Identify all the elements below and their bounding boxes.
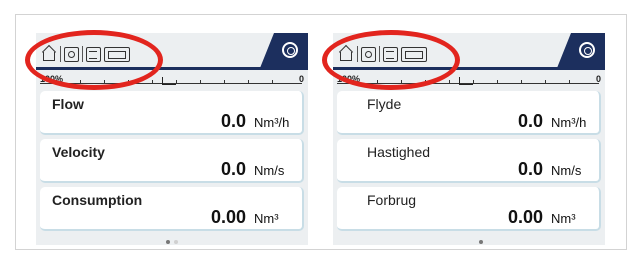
reading-label: Velocity — [52, 144, 105, 160]
highlight-oval-left — [25, 30, 163, 90]
reading-card-velocity[interactable]: Velocity 0.0 Nm/s — [40, 139, 304, 183]
reading-unit: Nm/s — [254, 163, 285, 178]
page-indicator[interactable] — [479, 240, 483, 244]
reading-label: Consumption — [52, 192, 143, 208]
settings-tab[interactable] — [557, 33, 605, 68]
reading-value: 0.00 — [507, 207, 543, 227]
reading-value: 0.0 — [220, 111, 246, 131]
scale-arrow-icon — [459, 77, 473, 85]
scale-tick — [521, 80, 522, 84]
reading-label: Forbrug — [367, 192, 417, 208]
page-indicator[interactable] — [166, 240, 178, 244]
reading-label: Flow — [52, 96, 84, 112]
reading-card-hastighed[interactable]: Hastighed 0.0 Nm/s — [337, 139, 601, 183]
scale-tick — [545, 80, 546, 84]
reading-card-forbrug[interactable]: Forbrug 0.00 Nm³ — [337, 187, 601, 231]
reading-label: Hastighed — [367, 144, 431, 160]
reading-card-flow[interactable]: Flow 0.0 Nm³/h — [40, 91, 304, 135]
scale-tick — [449, 80, 450, 84]
reading-unit: Nm/s — [551, 163, 582, 178]
scale-tick — [224, 80, 225, 84]
reading-card-flyde[interactable]: Flyde 0.0 Nm³/h — [337, 91, 601, 135]
reading-value: 0.0 — [220, 159, 246, 179]
highlight-oval-right — [322, 30, 460, 90]
reading-unit: Nm³/h — [551, 115, 587, 130]
gear-icon[interactable] — [579, 42, 595, 58]
gear-icon[interactable] — [282, 42, 298, 58]
scale-tick — [176, 80, 177, 84]
scale-tick — [152, 80, 153, 84]
scale-tick — [248, 80, 249, 84]
scale-tick — [200, 80, 201, 84]
reading-card-consumption[interactable]: Consumption 0.00 Nm³ — [40, 187, 304, 231]
reading-unit: Nm³/h — [254, 115, 290, 130]
page-dot[interactable] — [174, 240, 178, 244]
settings-tab[interactable] — [260, 33, 308, 68]
scale-arrow-icon — [162, 77, 176, 85]
reading-value: 0.0 — [517, 111, 543, 131]
scale-tick — [272, 80, 273, 84]
reading-unit: Nm³ — [254, 211, 279, 226]
reading-label: Flyde — [367, 96, 402, 112]
page-dot-active[interactable] — [166, 240, 170, 244]
reading-value: 0.00 — [210, 207, 246, 227]
page-dot-active[interactable] — [479, 240, 483, 244]
reading-value: 0.0 — [517, 159, 543, 179]
scale-tick — [473, 80, 474, 84]
scale-tick — [569, 80, 570, 84]
reading-unit: Nm³ — [551, 211, 576, 226]
scale-tick — [497, 80, 498, 84]
